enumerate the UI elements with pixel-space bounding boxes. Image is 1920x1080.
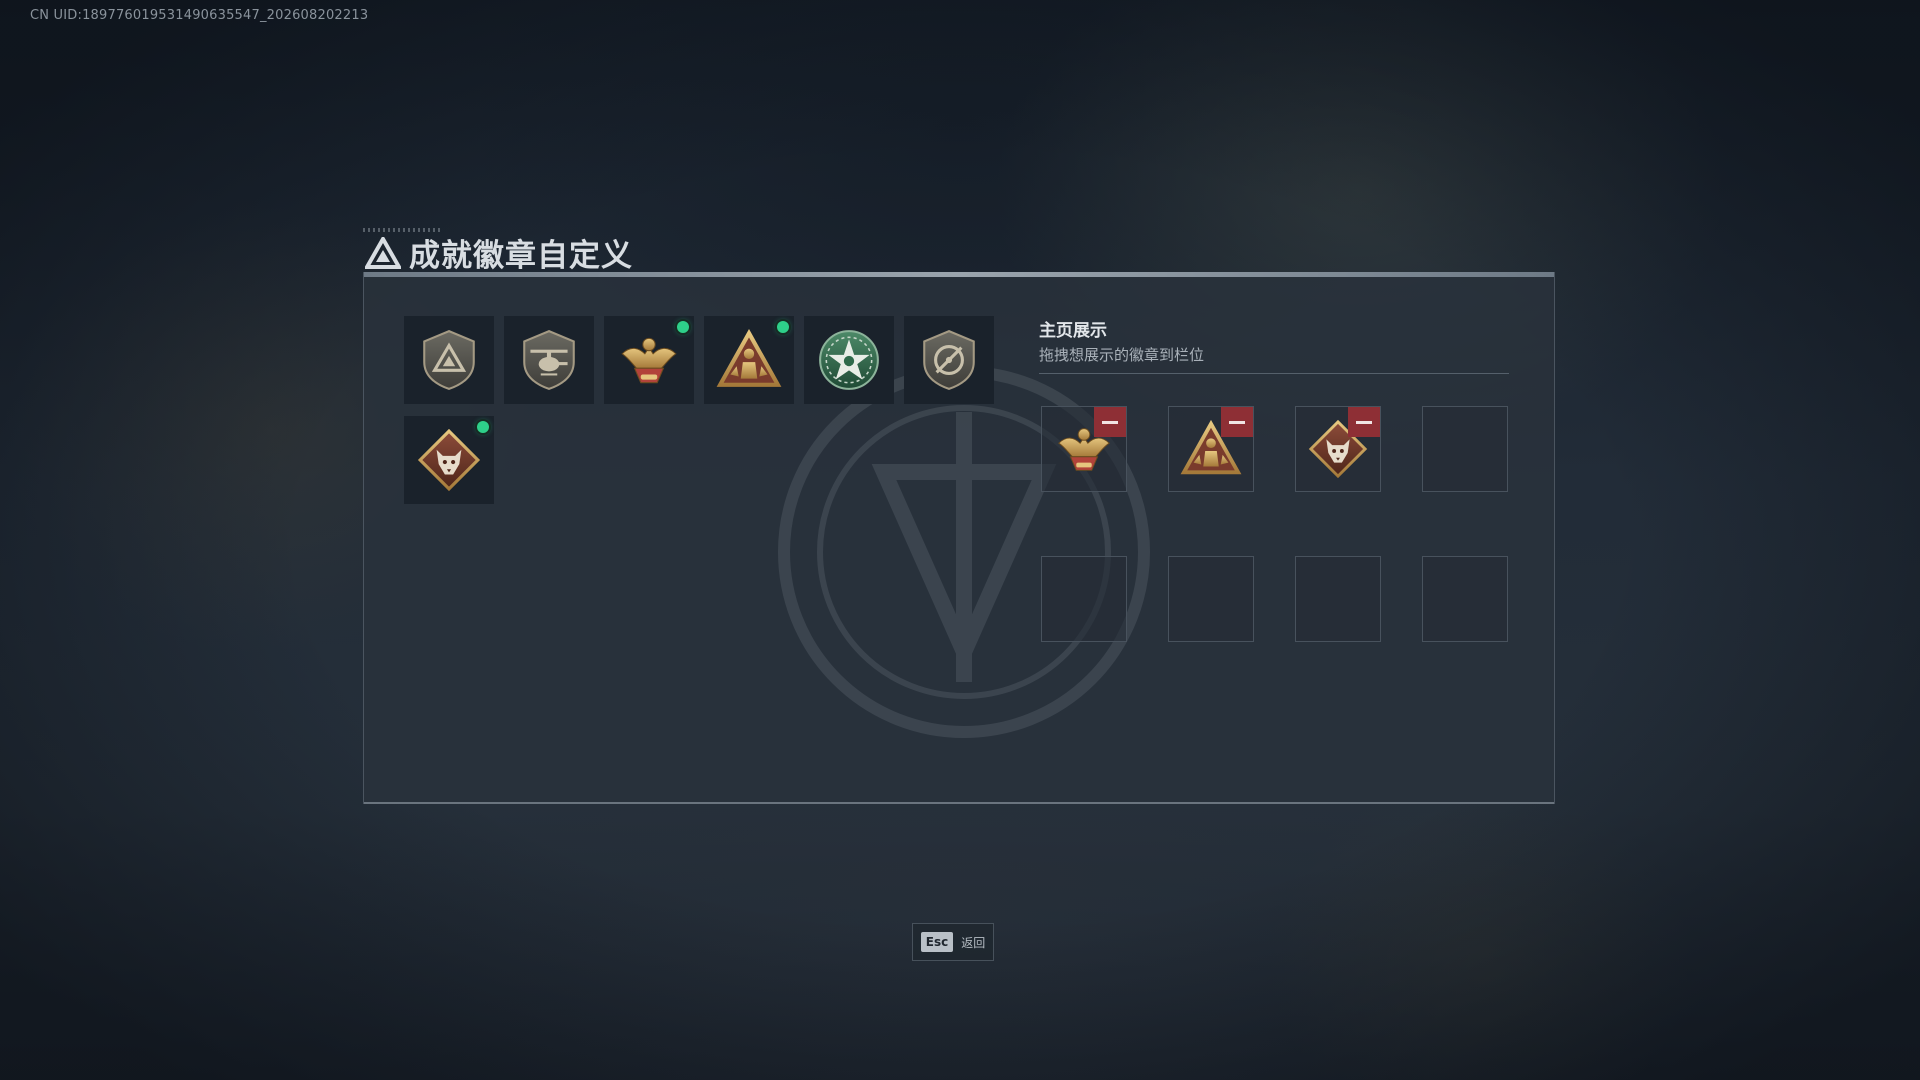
remove-badge-button[interactable] — [1348, 407, 1380, 437]
showcase-slot[interactable] — [1168, 406, 1254, 492]
showcase-slot-empty[interactable] — [1295, 556, 1381, 642]
uid-label: CN UID:18977601953149063554​7_2026082022… — [30, 8, 369, 23]
badge-slot[interactable] — [504, 316, 594, 404]
new-indicator-dot — [477, 421, 489, 433]
badge-slot[interactable] — [704, 316, 794, 404]
badge-customize-panel: 主页展示 拖拽想展示的徽章到栏位 — [363, 272, 1555, 804]
triangle-logo-icon — [365, 236, 401, 269]
green-star-badge-icon — [816, 327, 882, 393]
remove-badge-button[interactable] — [1094, 407, 1126, 437]
page-title: 成就徽章自定义 — [409, 238, 633, 274]
helicopter-shield-badge-icon — [516, 327, 582, 393]
badge-slot[interactable] — [904, 316, 994, 404]
panel-bottom-border — [364, 802, 1554, 804]
golden-eagle-badge-icon — [616, 327, 682, 393]
wolf-diamond-badge-icon — [416, 427, 482, 493]
badge-slot[interactable] — [404, 416, 494, 504]
divider — [1039, 373, 1509, 374]
back-button[interactable]: Esc 返回 — [912, 923, 994, 961]
back-label: 返回 — [961, 935, 986, 950]
showcase-slot[interactable] — [1041, 406, 1127, 492]
panel-top-border — [364, 272, 1554, 277]
shield-triangle-badge-icon — [416, 327, 482, 393]
remove-badge-button[interactable] — [1221, 407, 1253, 437]
new-indicator-dot — [777, 321, 789, 333]
badge-slot[interactable] — [604, 316, 694, 404]
crosshair-shield-badge-icon — [916, 327, 982, 393]
showcase-slot-empty[interactable] — [1168, 556, 1254, 642]
showcase-slot-empty[interactable] — [1041, 556, 1127, 642]
badge-slot[interactable] — [404, 316, 494, 404]
new-indicator-dot — [677, 321, 689, 333]
showcase-title: 主页展示 — [1039, 321, 1107, 341]
showcase-slot-empty[interactable] — [1422, 406, 1508, 492]
showcase-subtitle: 拖拽想展示的徽章到栏位 — [1039, 346, 1205, 364]
achievement-badge-screen: CN UID:18977601953149063554​7_2026082022… — [0, 0, 1920, 1080]
esc-key-hint: Esc — [920, 932, 954, 952]
badge-inventory-grid — [404, 316, 994, 504]
badge-slot[interactable] — [804, 316, 894, 404]
showcase-slot-grid — [1041, 406, 1508, 642]
dialog-header: 成就徽章自定义 — [365, 230, 633, 275]
soldier-triangle-badge-icon — [716, 327, 782, 393]
showcase-slot[interactable] — [1295, 406, 1381, 492]
showcase-slot-empty[interactable] — [1422, 556, 1508, 642]
